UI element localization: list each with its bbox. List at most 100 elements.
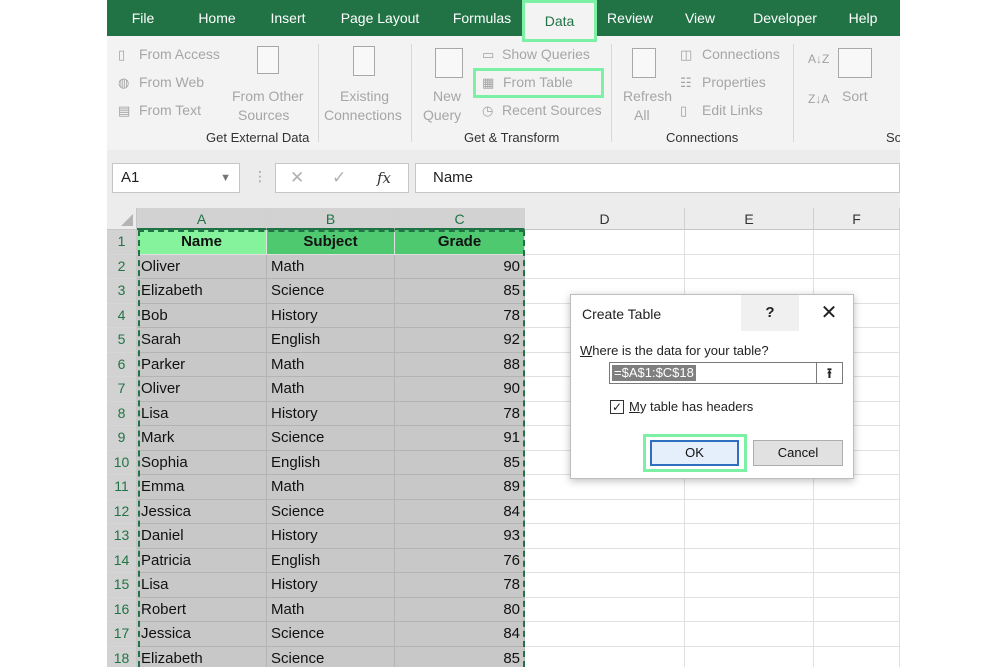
cell-empty[interactable] [814,254,900,279]
row-header[interactable]: 12 [107,499,137,524]
row-header[interactable]: 4 [107,303,137,328]
cell-b1[interactable]: Subject [267,230,395,255]
close-icon[interactable]: ✕ [807,295,851,331]
cell-empty[interactable] [525,573,685,598]
cell-empty[interactable] [525,499,685,524]
cell-empty[interactable] [685,573,814,598]
column-header-d[interactable]: D [525,208,685,230]
tab-data[interactable]: Data [522,0,597,42]
column-header-c[interactable]: C [395,208,525,230]
headers-checkbox-label[interactable]: My table has headers [629,399,753,414]
cell-grade[interactable]: 78 [395,303,525,328]
cell-subject[interactable]: English [267,548,395,573]
row-header[interactable]: 17 [107,622,137,647]
cell-empty[interactable] [685,622,814,647]
cell-grade[interactable]: 78 [395,573,525,598]
cell-grade[interactable]: 93 [395,524,525,549]
cell-grade[interactable]: 80 [395,597,525,622]
cell-grade[interactable]: 90 [395,377,525,402]
cell-grade[interactable]: 85 [395,279,525,304]
row-header[interactable]: 2 [107,254,137,279]
cell-name[interactable]: Parker [137,352,267,377]
cell-subject[interactable]: Science [267,499,395,524]
cell-subject[interactable]: Science [267,426,395,451]
enter-icon[interactable]: ✓ [332,168,346,188]
cell-grade[interactable]: 85 [395,450,525,475]
row-header[interactable]: 6 [107,352,137,377]
cell-subject[interactable]: Science [267,646,395,667]
cell-empty[interactable] [525,254,685,279]
cell-e1[interactable] [685,230,814,255]
select-all-button[interactable] [107,208,137,230]
cell-subject[interactable]: Math [267,377,395,402]
cell-empty[interactable] [525,597,685,622]
cell-name[interactable]: Sarah [137,328,267,353]
cell-grade[interactable]: 90 [395,254,525,279]
cell-subject[interactable]: History [267,303,395,328]
collapse-dialog-icon[interactable]: ⭱ [817,362,843,384]
cell-subject[interactable]: Math [267,475,395,500]
tab-file[interactable]: File [125,0,161,36]
cell-name[interactable]: Lisa [137,401,267,426]
cell-name[interactable]: Jessica [137,499,267,524]
column-header-f[interactable]: F [814,208,900,230]
column-header-a[interactable]: A [137,208,267,230]
row-header[interactable]: 13 [107,524,137,549]
cell-empty[interactable] [685,646,814,667]
cell-grade[interactable]: 91 [395,426,525,451]
cell-subject[interactable]: History [267,401,395,426]
tab-review[interactable]: Review [604,0,656,36]
cell-empty[interactable] [814,646,900,667]
cell-grade[interactable]: 89 [395,475,525,500]
row-header[interactable]: 9 [107,426,137,451]
cell-empty[interactable] [525,646,685,667]
cell-name[interactable]: Oliver [137,377,267,402]
cell-empty[interactable] [685,597,814,622]
cell-empty[interactable] [685,499,814,524]
cell-empty[interactable] [685,548,814,573]
cell-grade[interactable]: 92 [395,328,525,353]
cell-empty[interactable] [525,548,685,573]
cell-name[interactable]: Patricia [137,548,267,573]
cell-name[interactable]: Jessica [137,622,267,647]
insert-function-icon[interactable]: fx [377,169,391,187]
chevron-down-icon[interactable]: ▼ [220,164,231,192]
cell-grade[interactable]: 88 [395,352,525,377]
cell-empty[interactable] [814,597,900,622]
drag-handle-icon[interactable]: ⋮ [253,168,267,185]
cell-grade[interactable]: 76 [395,548,525,573]
row-header[interactable]: 3 [107,279,137,304]
row-header[interactable]: 16 [107,597,137,622]
row-header[interactable]: 7 [107,377,137,402]
tab-help[interactable]: Help [843,0,883,36]
cell-grade[interactable]: 84 [395,622,525,647]
cell-empty[interactable] [685,524,814,549]
cancel-icon[interactable]: ✕ [290,168,304,188]
headers-checkbox[interactable]: ✓ [610,400,624,414]
cell-subject[interactable]: English [267,450,395,475]
cell-a1[interactable]: Name [137,230,267,255]
tab-page-layout[interactable]: Page Layout [333,0,427,36]
cell-empty[interactable] [814,622,900,647]
column-header-b[interactable]: B [267,208,395,230]
row-header[interactable]: 8 [107,401,137,426]
cell-empty[interactable] [525,622,685,647]
help-button[interactable]: ? [741,295,799,331]
column-header-e[interactable]: E [685,208,814,230]
row-header[interactable]: 5 [107,328,137,353]
tab-developer[interactable]: Developer [745,0,825,36]
formula-input[interactable]: Name [415,163,900,193]
cell-d1[interactable] [525,230,685,255]
cell-name[interactable]: Bob [137,303,267,328]
cell-empty[interactable] [814,524,900,549]
range-input[interactable]: =$A$1:$C$18 [609,362,817,384]
tab-view[interactable]: View [679,0,721,36]
cell-f1[interactable] [814,230,900,255]
cell-name[interactable]: Robert [137,597,267,622]
row-header[interactable]: 14 [107,548,137,573]
cell-c1[interactable]: Grade [395,230,525,255]
cell-name[interactable]: Elizabeth [137,646,267,667]
row-header[interactable]: 10 [107,450,137,475]
cell-empty[interactable] [525,524,685,549]
cell-empty[interactable] [814,548,900,573]
